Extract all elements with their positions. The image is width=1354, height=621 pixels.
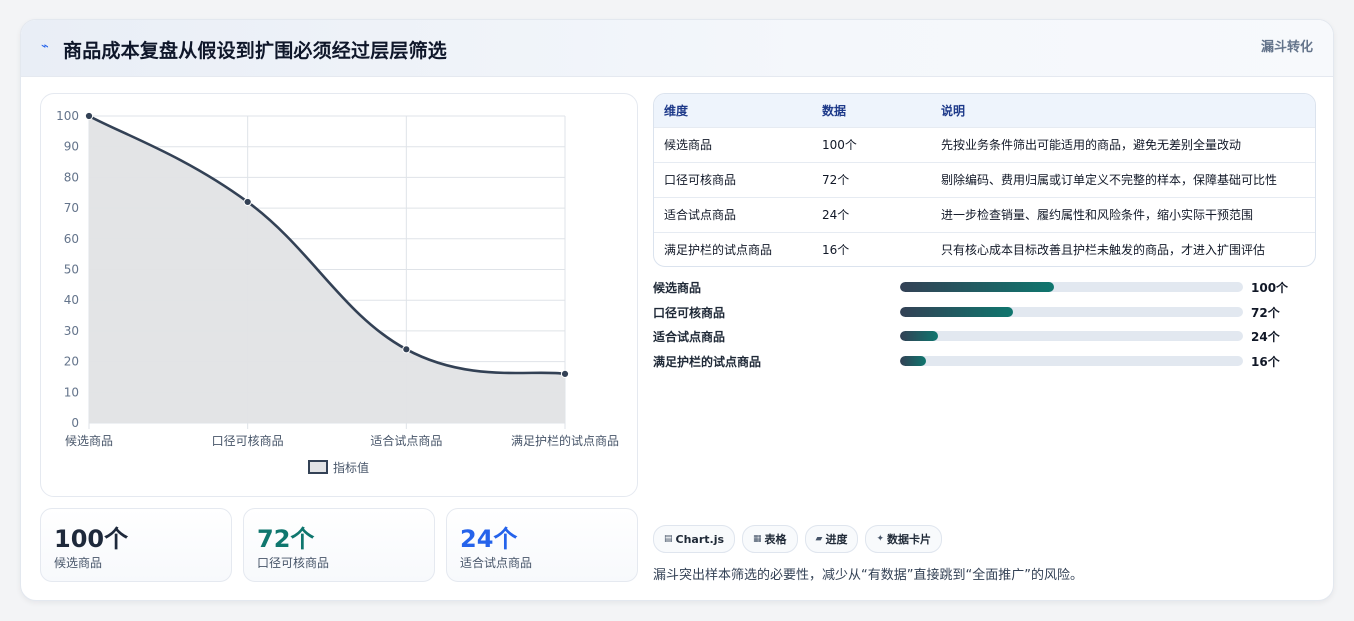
table-row: 适合试点商品 24个 进一步检查销量、履约属性和风险条件，缩小实际干预范围: [654, 196, 1315, 232]
page-title: 商品成本复盘从假设到扩围必须经过层层筛选: [63, 40, 448, 62]
progress-row: 满足护栏的试点商品 16个: [653, 351, 1333, 376]
chip-chartjs[interactable]: ▤ Chart.js: [653, 525, 736, 553]
data-point: [402, 345, 411, 354]
kpi-value: 72个: [257, 525, 315, 553]
chip-table[interactable]: ▦ 表格: [742, 525, 798, 553]
header-tag: 漏斗转化: [1260, 40, 1313, 55]
tag-chips: ▤ Chart.js ▦ 表格 ▰ 进度 ✦ 数据卡片: [653, 525, 943, 553]
table-cell: 72个: [812, 161, 931, 197]
progress-row: 口径可核商品 72个: [653, 302, 1333, 327]
column-header: 说明: [941, 103, 966, 118]
progress-row: 候选商品 100个: [653, 277, 1333, 302]
progress-label: 口径可核商品: [653, 305, 726, 320]
chart-icon: ▤: [664, 534, 673, 544]
table-row: 候选商品 100个 先按业务条件筛出可能适用的商品，避免无差别全量改动: [654, 126, 1315, 162]
table-cell: 只有核心成本目标改善且护栏未触发的商品，才进入扩围评估: [931, 231, 1315, 266]
y-tick-label: 50: [64, 263, 79, 277]
progress-fill: [900, 306, 1014, 317]
kpi-card-pilot: 24个 适合试点商品: [446, 508, 638, 582]
y-tick-label: 10: [64, 385, 79, 399]
table-icon: ▦: [753, 534, 762, 544]
chart-svg: 0 10 20 30 40 50 60 70 80 90 100 候选商品 口径可核商品 适合试点商品 满足…: [56, 109, 619, 475]
kpi-value: 100个: [54, 525, 129, 553]
table-cell: 100个: [812, 126, 931, 162]
kpi-label: 口径可核商品: [257, 556, 330, 570]
table-header-row: 维度 数据 说明: [654, 94, 1315, 127]
kpi-card-candidate: 100个 候选商品: [40, 508, 232, 582]
data-point: [84, 111, 94, 121]
legend-label: 指标值: [333, 460, 369, 475]
progress-track: [900, 306, 1243, 317]
table-cell: 满足护栏的试点商品: [654, 231, 812, 266]
table-cell: 先按业务条件筛出可能适用的商品，避免无差别全量改动: [931, 126, 1315, 162]
y-tick-label: 40: [64, 293, 79, 307]
progress-label: 适合试点商品: [653, 330, 726, 345]
x-tick-label: 口径可核商品: [212, 433, 284, 448]
progress-label: 满足护栏的试点商品: [653, 355, 762, 370]
progress-icon: ▰: [815, 534, 823, 544]
data-point: [560, 369, 570, 378]
y-tick-label: 20: [64, 355, 79, 369]
progress-track: [900, 356, 1243, 367]
data-table: 维度 数据 说明 候选商品 100个 先按业务条件筛出可能适用的商品，避免无差别…: [653, 93, 1316, 267]
chip-progress[interactable]: ▰ 进度: [804, 525, 859, 553]
progress-list: 候选商品 100个 口径可核商品 72个 适合试点商品 24个 满足护栏的试点商…: [653, 277, 1333, 376]
funnel-card: ⌁ 商品成本复盘从假设到扩围必须经过层层筛选 漏斗转化 0 10 20 30 40 50 6…: [20, 19, 1334, 601]
progress-track: [900, 282, 1243, 292]
table-cell: 剔除编码、费用归属或订单定义不完整的样本，保障基础可比性: [931, 161, 1315, 197]
progress-value: 24个: [1251, 330, 1280, 345]
progress-track: [900, 331, 1243, 342]
funnel-chart: 0 10 20 30 40 50 60 70 80 90 100 候选商品 口径可核商品 适合试点商品 满足…: [40, 93, 638, 497]
progress-value: 16个: [1251, 355, 1280, 370]
chip-label: 表格: [764, 533, 787, 546]
progress-value: 100个: [1251, 281, 1289, 295]
chip-label: 数据卡片: [887, 533, 932, 546]
table-cell: 24个: [812, 196, 931, 232]
footer-note: 漏斗突出样本筛选的必要性，减少从“有数据”直接跳到“全面推广”的风险。: [653, 568, 1083, 583]
x-tick-label: 候选商品: [65, 433, 113, 448]
y-tick-label: 60: [64, 232, 79, 246]
table-row: 满足护栏的试点商品 16个 只有核心成本目标改善且护栏未触发的商品，才进入扩围评…: [654, 231, 1315, 266]
progress-label: 候选商品: [653, 281, 702, 295]
sparkle-icon: ✦: [876, 534, 885, 544]
column-header: 数据: [822, 103, 847, 118]
table-cell: 候选商品: [654, 126, 812, 162]
chip-data-card[interactable]: ✦ 数据卡片: [865, 525, 943, 553]
table-cell: 进一步检查销量、履约属性和风险条件，缩小实际干预范围: [931, 196, 1315, 232]
y-tick-label: 70: [64, 201, 79, 215]
y-tick-label: 100: [56, 109, 79, 123]
y-tick-label: 30: [64, 324, 79, 338]
progress-fill: [900, 356, 926, 367]
x-tick-label: 适合试点商品: [370, 433, 442, 448]
table-cell: 适合试点商品: [654, 196, 812, 232]
chip-label: 进度: [825, 533, 848, 546]
card-header: ⌁ 商品成本复盘从假设到扩围必须经过层层筛选 漏斗转化: [21, 20, 1333, 77]
table-cell: 口径可核商品: [654, 161, 812, 197]
trend-line-icon: ⌁: [41, 39, 49, 54]
kpi-value: 24个: [460, 525, 518, 553]
kpi-card-verifiable: 72个 口径可核商品: [243, 508, 435, 582]
x-tick-label: 满足护栏的试点商品: [511, 433, 619, 448]
table-cell: 16个: [812, 231, 931, 266]
y-tick-label: 80: [64, 170, 79, 184]
table-row: 口径可核商品 72个 剔除编码、费用归属或订单定义不完整的样本，保障基础可比性: [654, 161, 1315, 197]
progress-fill: [900, 331, 938, 342]
progress-row: 适合试点商品 24个: [653, 326, 1333, 351]
chip-label: Chart.js: [675, 532, 725, 546]
legend-swatch: [308, 460, 328, 474]
column-header: 维度: [664, 103, 689, 118]
progress-value: 72个: [1251, 305, 1280, 320]
y-tick-label: 0: [71, 416, 79, 430]
progress-fill: [900, 282, 1055, 292]
kpi-label: 候选商品: [54, 556, 103, 570]
data-point: [243, 197, 252, 207]
y-tick-label: 90: [64, 140, 79, 154]
kpi-label: 适合试点商品: [460, 556, 533, 570]
